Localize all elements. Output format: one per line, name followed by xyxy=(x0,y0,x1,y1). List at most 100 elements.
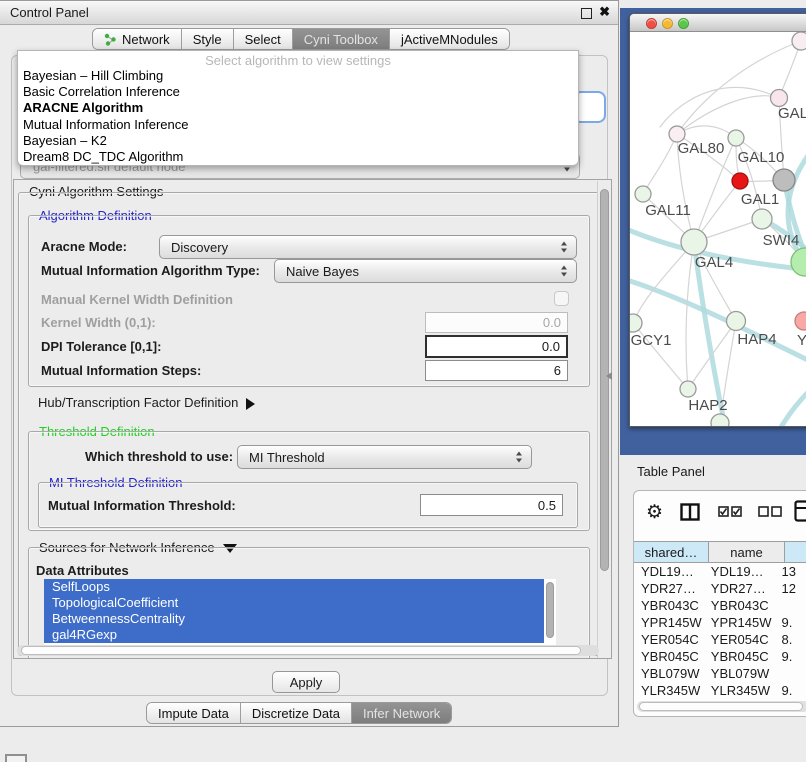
column-header[interactable] xyxy=(785,541,806,563)
network-node-label: Y xyxy=(797,332,806,349)
manual-kernel-width-checkbox[interactable] xyxy=(554,291,569,306)
network-node-y[interactable] xyxy=(795,312,806,330)
table-cell: 12 xyxy=(775,580,806,597)
tab-network[interactable]: Network xyxy=(93,29,182,49)
network-node-hap4[interactable] xyxy=(727,312,746,331)
table-hscrollbar-thumb[interactable] xyxy=(639,702,803,711)
network-node-gal10[interactable] xyxy=(728,130,744,146)
table-row[interactable]: YER054CYER054C8. xyxy=(634,631,806,648)
data-attribute-item[interactable]: SelfLoops xyxy=(44,579,544,595)
data-attribute-item[interactable]: TopologicalCoefficient xyxy=(44,595,544,611)
network-node-label: GCY1 xyxy=(631,332,672,349)
float-window-icon[interactable] xyxy=(581,8,592,19)
table-cell xyxy=(775,597,806,614)
table-row[interactable]: YDL19…YDL19…13 xyxy=(634,563,806,580)
network-node-label: GAL xyxy=(778,105,806,122)
apply-button[interactable]: Apply xyxy=(272,671,340,693)
table-row[interactable]: YDR27…YDR27…12 xyxy=(634,580,806,597)
data-attributes-list[interactable]: SelfLoopsTopologicalCoefficientBetweenne… xyxy=(44,579,556,647)
algorithm-option[interactable]: Bayesian – K2 xyxy=(18,133,578,149)
network-edge[interactable] xyxy=(630,279,806,362)
network-view-window: GALGAL80GAL10GAL1GAL11GAL4SWI4GCY1HAP4YH… xyxy=(629,13,806,427)
aracne-mode-combo[interactable]: Discovery xyxy=(159,235,577,259)
table-row[interactable]: YBR043CYBR043C xyxy=(634,597,806,614)
network-edge[interactable] xyxy=(688,321,736,389)
table-mode-icon[interactable] xyxy=(794,500,806,522)
network-node[interactable] xyxy=(773,169,795,191)
close-icon[interactable]: ✖ xyxy=(599,4,610,20)
panel-divider-arrow[interactable] xyxy=(606,372,612,380)
column-header[interactable]: name xyxy=(709,541,785,563)
settings-vscrollbar[interactable] xyxy=(597,181,610,659)
settings-vscrollbar-thumb[interactable] xyxy=(600,189,609,571)
tab-infer-network[interactable]: Infer Network xyxy=(352,703,451,723)
aracne-mode-label: Aracne Mode: xyxy=(41,237,127,257)
network-node-label: HAP4 xyxy=(737,331,776,348)
table-row[interactable]: YPR145WYPR145W9. xyxy=(634,614,806,631)
network-node-gal11[interactable] xyxy=(635,186,651,202)
table-cell: YDR27… xyxy=(704,580,775,597)
algorithm-option[interactable]: Dream8 DC_TDC Algorithm xyxy=(18,149,578,165)
expand-right-icon xyxy=(246,398,255,410)
control-panel-tabs: NetworkStyleSelectCyni ToolboxjActiveMNo… xyxy=(92,28,510,50)
data-attribute-item[interactable]: BetweennessCentrality xyxy=(44,611,544,627)
mi-threshold-field[interactable]: 0.5 xyxy=(420,494,563,516)
table-row[interactable]: YBR045CYBR045C9. xyxy=(634,648,806,665)
mi-steps-label: Mutual Information Steps: xyxy=(41,361,201,381)
network-edge[interactable] xyxy=(643,134,677,194)
list-scrollbar-thumb[interactable] xyxy=(546,582,554,638)
network-node[interactable] xyxy=(711,414,729,427)
network-node-gal4[interactable] xyxy=(681,229,707,255)
network-node-gcy1[interactable] xyxy=(630,314,642,332)
hub-definition-toggle[interactable]: Hub/Transcription Factor Definition xyxy=(38,393,255,413)
table-panel-window: ⚙ shared…name YDL19…YDL19…13YDR xyxy=(633,490,806,717)
gear-icon[interactable]: ⚙ xyxy=(646,501,663,524)
network-node[interactable] xyxy=(752,209,772,229)
mi-steps-field[interactable]: 6 xyxy=(425,360,568,381)
algorithm-option[interactable]: Mutual Information Inference xyxy=(18,117,578,133)
tab-discretize-data[interactable]: Discretize Data xyxy=(241,703,352,723)
network-node-hap2[interactable] xyxy=(680,381,696,397)
algorithm-option[interactable]: Bayesian – Hill Climbing xyxy=(18,68,578,84)
show-checked-columns-icon[interactable] xyxy=(718,506,743,518)
network-node[interactable] xyxy=(792,32,806,50)
settings-hscrollbar-thumb[interactable] xyxy=(21,646,581,655)
control-panel-window: Control Panel ✖ NetworkStyleSelectCyni T… xyxy=(0,0,619,727)
network-svg[interactable]: GALGAL80GAL10GAL1GAL11GAL4SWI4GCY1HAP4YH… xyxy=(630,32,806,427)
algorithm-option[interactable]: Basic Correlation Inference xyxy=(18,84,578,100)
column-header[interactable]: shared… xyxy=(634,541,709,563)
which-threshold-combo[interactable]: MI Threshold xyxy=(237,445,532,469)
docked-panel-icon[interactable] xyxy=(5,754,27,762)
hide-columns-icon[interactable] xyxy=(758,506,783,518)
columns-icon[interactable] xyxy=(680,503,700,521)
tab-jactivemnodules[interactable]: jActiveMNodules xyxy=(390,29,509,49)
table-cell: YER054C xyxy=(704,631,775,648)
table-row[interactable]: YBL079WYBL079W xyxy=(634,665,806,682)
control-panel-titlebar: Control Panel ✖ xyxy=(0,1,618,25)
dpi-tolerance-field[interactable]: 0.0 xyxy=(425,335,568,358)
network-node-swi4[interactable] xyxy=(791,248,806,276)
tab-select[interactable]: Select xyxy=(234,29,293,49)
algorithm-dropdown-popup: Select algorithm to view settings Bayesi… xyxy=(17,50,579,166)
mac-minimize-icon[interactable] xyxy=(662,18,673,29)
tab-cyni-toolbox[interactable]: Cyni Toolbox xyxy=(293,29,390,49)
network-edge[interactable] xyxy=(686,242,694,389)
data-attribute-item[interactable]: gal4RGexp xyxy=(44,627,544,643)
mac-zoom-icon[interactable] xyxy=(678,18,689,29)
table-cell: YBR045C xyxy=(704,648,775,665)
network-node-gal1[interactable] xyxy=(732,173,748,189)
algorithm-option[interactable]: ARACNE Algorithm xyxy=(18,100,578,116)
table-hscrollbar[interactable] xyxy=(637,701,806,712)
tab-impute-data[interactable]: Impute Data xyxy=(147,703,241,723)
data-attributes-label: Data Attributes xyxy=(36,561,129,581)
mi-algorithm-type-combo[interactable]: Naive Bayes xyxy=(274,259,577,283)
settings-hscrollbar[interactable] xyxy=(17,645,599,656)
mac-close-icon[interactable] xyxy=(646,18,657,29)
combo-stepper-icon xyxy=(516,452,523,463)
table-toolbar: ⚙ xyxy=(634,491,806,537)
network-edge[interactable] xyxy=(778,388,806,427)
table-row[interactable]: YLR345WYLR345W9. xyxy=(634,682,806,699)
control-panel-title: Control Panel xyxy=(10,5,89,20)
network-node-gal[interactable] xyxy=(771,90,788,107)
tab-style[interactable]: Style xyxy=(182,29,234,49)
